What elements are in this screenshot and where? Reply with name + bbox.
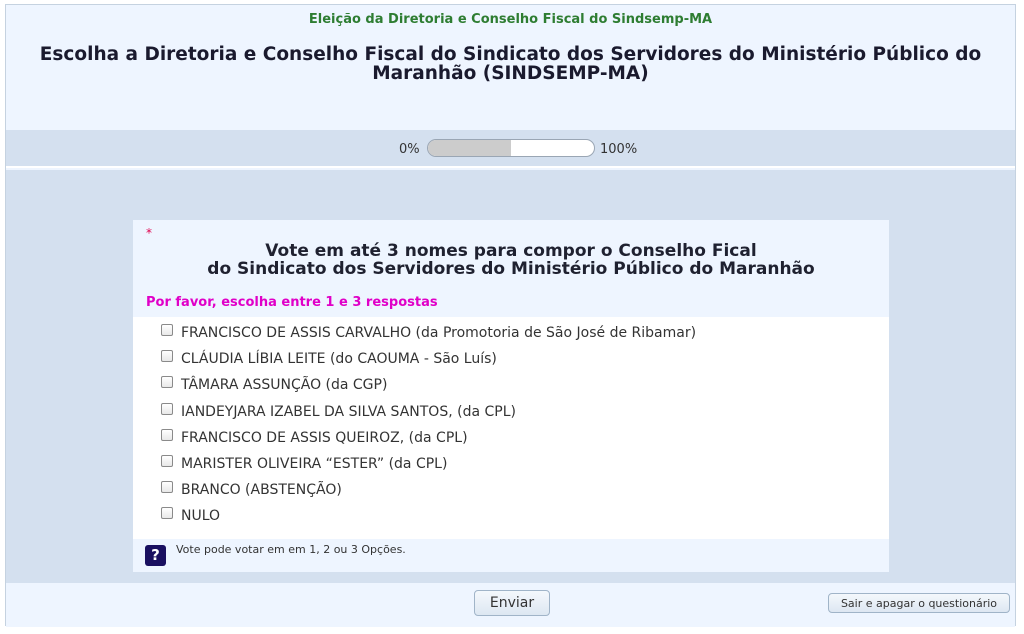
answer-option[interactable]: CLÁUDIA LÍBIA LEITE (do CAOUMA - São Luí… — [161, 349, 497, 369]
answer-label: IANDEYJARA IZABEL DA SILVA SANTOS, (da C… — [181, 404, 516, 420]
checkbox[interactable] — [161, 507, 173, 519]
answer-option[interactable]: FRANCISCO DE ASSIS QUEIROZ, (da CPL) — [161, 428, 468, 448]
checkbox[interactable] — [161, 403, 173, 415]
answer-label: FRANCISCO DE ASSIS CARVALHO (da Promotor… — [181, 325, 697, 341]
answer-option[interactable]: NULO — [161, 506, 220, 526]
question-help: Por favor, escolha entre 1 e 3 respostas — [146, 295, 438, 310]
answer-list: FRANCISCO DE ASSIS CARVALHO (da Promotor… — [133, 317, 889, 539]
checkbox[interactable] — [161, 429, 173, 441]
answer-label: NULO — [181, 508, 221, 524]
answer-option[interactable]: IANDEYJARA IZABEL DA SILVA SANTOS, (da C… — [161, 402, 516, 422]
checkbox[interactable] — [161, 376, 173, 388]
survey-title: Escolha a Diretoria e Conselho Fiscal do… — [39, 44, 982, 84]
answer-label: CLÁUDIA LÍBIA LEITE (do CAOUMA - São Luí… — [181, 351, 497, 367]
survey-group-title: Eleição da Diretoria e Conselho Fiscal d… — [308, 12, 713, 27]
mandatory-marker: * — [146, 226, 152, 240]
checkbox[interactable] — [161, 481, 173, 493]
question-box: * Vote em até 3 nomes para compor o Cons… — [133, 220, 889, 572]
submit-button[interactable]: Enviar — [474, 590, 550, 616]
answer-option[interactable]: BRANCO (ABSTENÇÃO) — [161, 480, 342, 500]
progress-bar — [427, 139, 595, 157]
exit-and-clear-button[interactable]: Sair e apagar o questionário — [828, 593, 1010, 613]
navigator-bar: Enviar Sair e apagar o questionário — [6, 583, 1015, 627]
question-text-line-1: Vote em até 3 nomes para compor o Consel… — [265, 241, 757, 261]
question-text-line-2: do Sindicato dos Servidores do Ministéri… — [207, 259, 815, 279]
progress-section: 0% 100% — [6, 130, 1015, 168]
answer-option[interactable]: FRANCISCO DE ASSIS CARVALHO (da Promotor… — [161, 323, 696, 343]
answer-label: BRANCO (ABSTENÇÃO) — [181, 482, 342, 498]
answer-option[interactable]: TÂMARA ASSUNÇÃO (da CGP) — [161, 375, 387, 395]
question-note: ? Vote pode votar em em 1, 2 ou 3 Opções… — [133, 540, 889, 572]
answer-label: MARISTER OLIVEIRA “ESTER” (da CPL) — [181, 456, 448, 472]
question-text: Vote em até 3 nomes para compor o Consel… — [133, 242, 889, 278]
survey-header: Eleição da Diretoria e Conselho Fiscal d… — [6, 5, 1015, 130]
checkbox[interactable] — [161, 455, 173, 467]
survey-frame: Eleição da Diretoria e Conselho Fiscal d… — [5, 4, 1016, 627]
checkbox[interactable] — [161, 350, 173, 362]
question-note-text: Vote pode votar em em 1, 2 ou 3 Opções. — [176, 543, 406, 556]
progress-end-label: 100% — [600, 142, 638, 157]
answer-label: TÂMARA ASSUNÇÃO (da CGP) — [181, 377, 388, 393]
answer-option[interactable]: MARISTER OLIVEIRA “ESTER” (da CPL) — [161, 454, 447, 474]
question-area: * Vote em até 3 nomes para compor o Cons… — [6, 170, 1015, 583]
progress-bar-fill — [428, 140, 511, 156]
help-icon: ? — [145, 545, 166, 566]
answer-label: FRANCISCO DE ASSIS QUEIROZ, (da CPL) — [181, 430, 468, 446]
checkbox[interactable] — [161, 324, 173, 336]
progress-start-label: 0% — [399, 142, 420, 157]
